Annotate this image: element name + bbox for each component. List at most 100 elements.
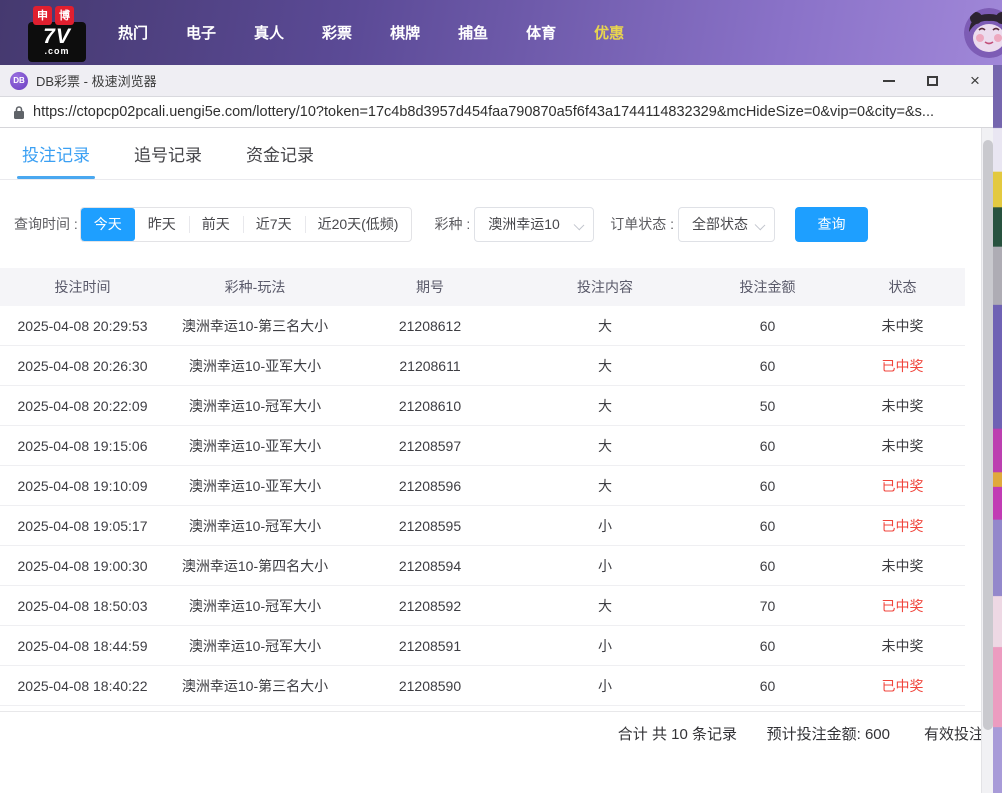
record-tabs: 投注记录追号记录资金记录 [0,128,993,180]
cell-status: 已中奖 [840,506,965,545]
cell-amount: 60 [695,666,840,705]
chevron-down-icon [755,219,766,230]
cell-status: 未中奖 [840,426,965,465]
cell-status: 未中奖 [840,386,965,425]
cell-content: 大 [515,306,695,345]
order-status-select[interactable]: 全部状态 [678,207,775,242]
page-content: 投注记录追号记录资金记录 查询时间 : 今天昨天前天近7天近20天(低频) 彩种… [0,128,993,792]
logo-block: 7V .com [28,22,86,62]
close-button[interactable]: × [967,73,983,89]
cell-content: 小 [515,626,695,665]
cell-amount: 60 [695,466,840,505]
table-row: 2025-04-08 19:05:17澳洲幸运10-冠军大小21208595小6… [0,506,965,546]
window-controls: × [881,73,985,89]
maximize-icon [927,76,938,86]
cell-issue: 21208594 [345,546,515,585]
avatar-image [964,8,1002,58]
nav-item-优惠[interactable]: 优惠 [594,22,624,43]
nav-item-捕鱼[interactable]: 捕鱼 [458,22,488,43]
time-option-前天[interactable]: 前天 [189,208,243,241]
cell-status: 已中奖 [840,666,965,705]
lock-icon[interactable] [13,105,25,120]
logo-badges: 申 博 [33,6,74,25]
table-row: 2025-04-08 19:00:30澳洲幸运10-第四名大小21208594小… [0,546,965,586]
cell-issue: 21208591 [345,626,515,665]
cell-content: 小 [515,506,695,545]
table-header: 投注时间彩种-玩法期号投注内容投注金额状态 [0,268,965,306]
cell-amount: 60 [695,426,840,465]
maximize-button[interactable] [924,73,940,89]
cell-game: 澳洲幸运10-第三名大小 [165,306,345,345]
cell-time: 2025-04-08 20:22:09 [0,386,165,425]
cell-amount: 60 [695,306,840,345]
cell-time: 2025-04-08 19:00:30 [0,546,165,585]
tab-资金记录[interactable]: 资金记录 [246,128,314,179]
time-option-近7天[interactable]: 近7天 [243,208,305,241]
screen: 申 博 7V .com 热门 电子 真人 彩票 棋牌 捕鱼 体育 优惠 [0,0,1002,793]
browser-window: DB DB彩票 - 极速浏览器 × https://ctopcp02pcali.… [0,65,993,793]
cell-issue: 21208590 [345,666,515,705]
cell-issue: 21208592 [345,586,515,625]
lottery-select[interactable]: 澳洲幸运10 [474,207,594,242]
nav-item-棋牌[interactable]: 棋牌 [390,22,420,43]
lottery-select-value: 澳洲幸运10 [488,214,560,234]
scrollbar-thumb[interactable] [983,140,993,730]
cell-amount: 50 [695,386,840,425]
cell-status: 未中奖 [840,306,965,345]
query-button[interactable]: 查询 [795,207,868,242]
cell-game: 澳洲幸运10-亚军大小 [165,426,345,465]
cell-content: 大 [515,426,695,465]
summary-row: 合计 共 10 条记录 预计投注金额: 600 有效投注金额 [0,711,993,747]
cell-content: 小 [515,546,695,585]
table-row: 2025-04-08 18:40:22澳洲幸运10-第三名大小21208590小… [0,666,965,706]
nav-item-电子[interactable]: 电子 [186,22,216,43]
cell-status: 已中奖 [840,586,965,625]
cell-issue: 21208595 [345,506,515,545]
table-row: 2025-04-08 19:10:09澳洲幸运10-亚军大小21208596大6… [0,466,965,506]
time-filter-label: 查询时间 : [14,214,78,234]
site-logo[interactable]: 申 博 7V .com [28,6,86,62]
cell-time: 2025-04-08 20:29:53 [0,306,165,345]
cell-status: 已中奖 [840,466,965,505]
vertical-scrollbar[interactable] [981,128,993,793]
cell-amount: 60 [695,626,840,665]
nav-item-真人[interactable]: 真人 [254,22,284,43]
header-cell-投注金额: 投注金额 [695,268,840,306]
time-option-今天[interactable]: 今天 [81,208,135,241]
window-title: DB彩票 - 极速浏览器 [36,71,881,90]
user-avatar[interactable] [964,8,1002,58]
minimize-icon [883,80,895,82]
cell-game: 澳洲幸运10-冠军大小 [165,626,345,665]
minimize-button[interactable] [881,73,897,89]
cell-content: 大 [515,586,695,625]
header-cell-状态: 状态 [840,268,965,306]
cell-content: 大 [515,466,695,505]
url-text[interactable]: https://ctopcp02pcali.uengi5e.com/lotter… [33,104,934,120]
time-option-近20天(低频)[interactable]: 近20天(低频) [305,208,412,241]
cell-game: 澳洲幸运10-冠军大小 [165,586,345,625]
top-navbar: 申 博 7V .com 热门 电子 真人 彩票 棋牌 捕鱼 体育 优惠 [0,0,1002,65]
table-row: 2025-04-08 19:15:06澳洲幸运10-亚军大小21208597大6… [0,426,965,466]
time-option-昨天[interactable]: 昨天 [135,208,189,241]
cell-issue: 21208611 [345,346,515,385]
table-row: 2025-04-08 18:50:03澳洲幸运10-冠军大小21208592大7… [0,586,965,626]
header-cell-投注时间: 投注时间 [0,268,165,306]
table-row: 2025-04-08 20:26:30澳洲幸运10-亚军大小21208611大6… [0,346,965,386]
table-row: 2025-04-08 20:22:09澳洲幸运10-冠军大小21208610大5… [0,386,965,426]
nav-item-热门[interactable]: 热门 [118,22,148,43]
bet-records-table: 投注时间彩种-玩法期号投注内容投注金额状态 2025-04-08 20:29:5… [0,268,965,706]
nav-menu: 热门 电子 真人 彩票 棋牌 捕鱼 体育 优惠 [118,22,624,43]
cell-amount: 70 [695,586,840,625]
logo-brand-text: 7V [43,27,71,47]
cell-content: 小 [515,666,695,705]
cell-issue: 21208597 [345,426,515,465]
cell-issue: 21208596 [345,466,515,505]
nav-item-体育[interactable]: 体育 [526,22,556,43]
cell-amount: 60 [695,546,840,585]
cell-game: 澳洲幸运10-亚军大小 [165,466,345,505]
nav-item-彩票[interactable]: 彩票 [322,22,352,43]
tab-追号记录[interactable]: 追号记录 [134,128,202,179]
tab-投注记录[interactable]: 投注记录 [22,128,90,179]
cell-time: 2025-04-08 19:15:06 [0,426,165,465]
url-bar[interactable]: https://ctopcp02pcali.uengi5e.com/lotter… [0,97,993,128]
